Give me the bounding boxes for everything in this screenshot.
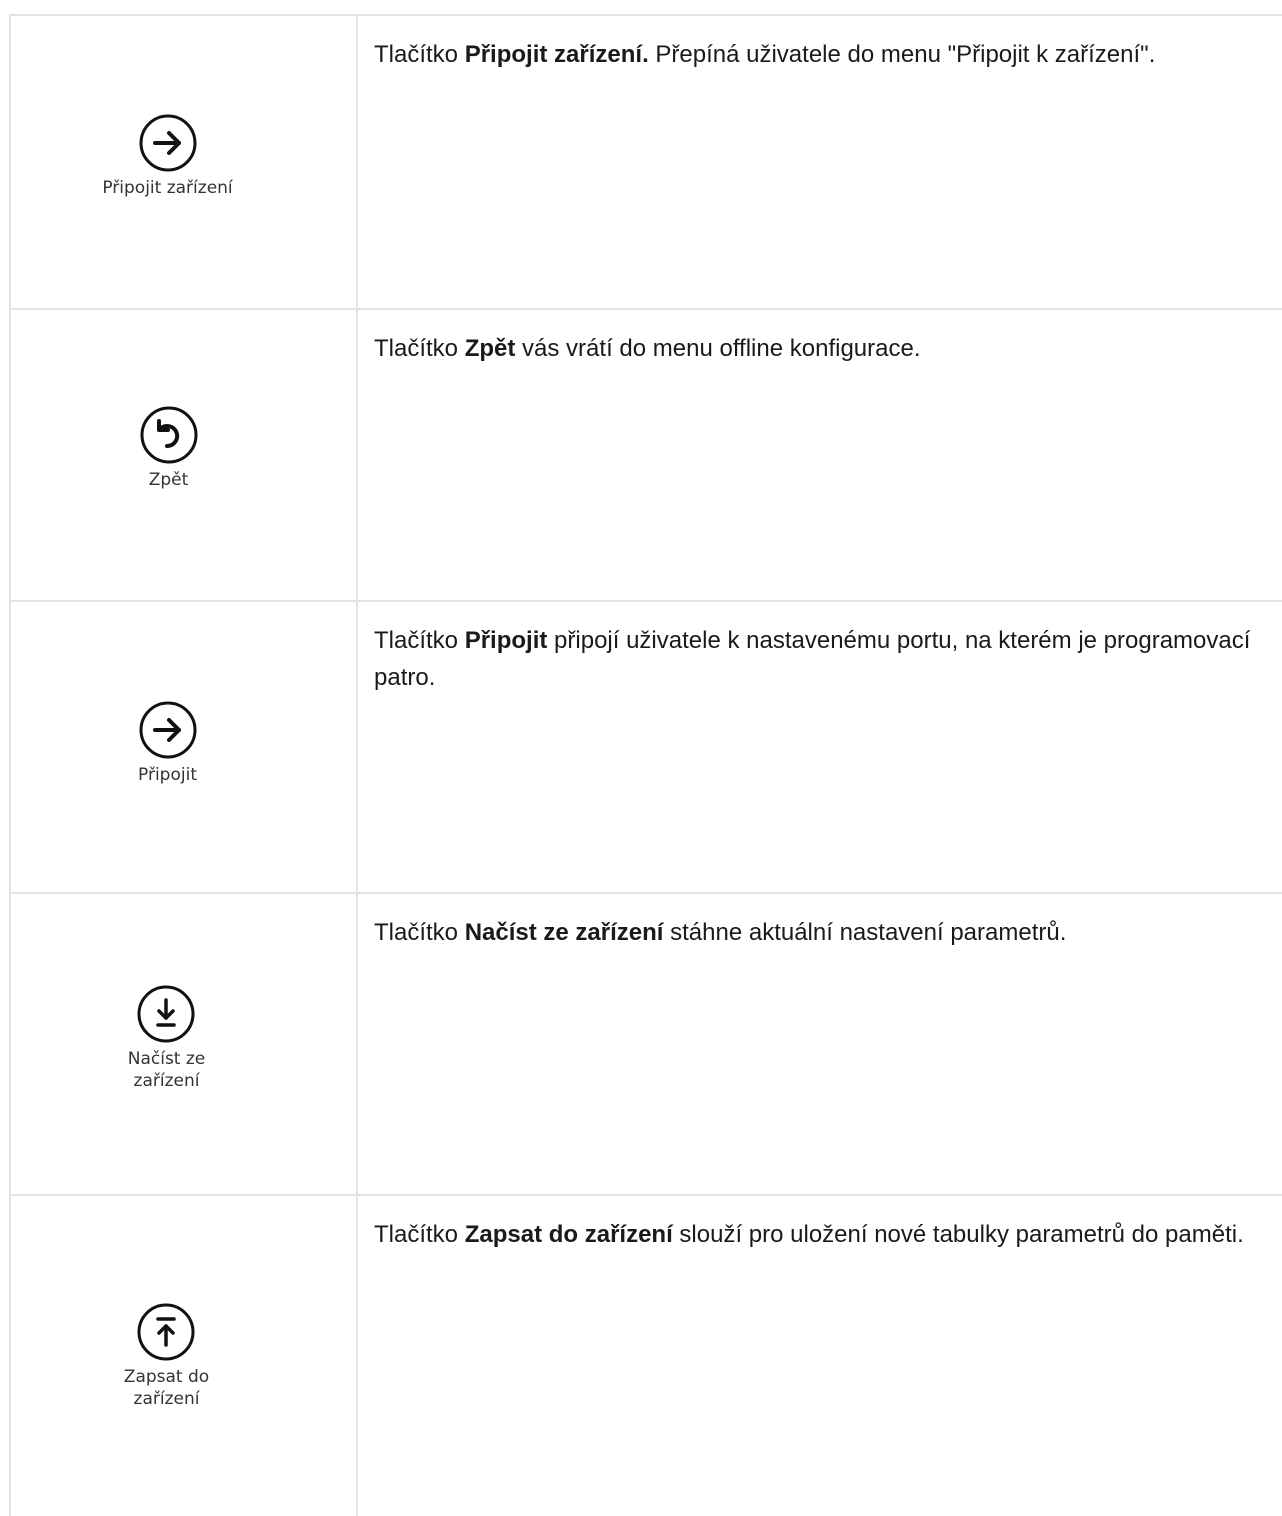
read-from-device-button[interactable]: Načíst ze zařízení [127,984,206,1092]
description-cell: Tlačítko Načíst ze zařízení stáhne aktuá… [358,894,1282,1194]
table-row: Připojit zařízení Tlačítko Připojit zaří… [11,16,1282,310]
button-label: Připojit [138,765,197,785]
description-prefix: Tlačítko [374,335,465,362]
table-row: Připojit Tlačítko Připojit připojí uživa… [11,602,1282,894]
back-button[interactable]: Zpět [139,405,199,491]
description-prefix: Tlačítko [374,1221,465,1248]
description-suffix: slouží pro uložení nové tabulky parametr… [672,1221,1244,1248]
description-text: Tlačítko Připojit připojí uživatele k na… [374,627,1250,691]
description-bold: Zpět [464,335,516,362]
table-row: Zpět Tlačítko Zpět vás vrátí do menu off… [11,310,1282,602]
description-cell: Tlačítko Připojit zařízení. Přepíná uživ… [358,16,1282,308]
description-bold: Připojit zařízení. [464,41,649,68]
icon-cell: Zpět [11,310,358,600]
arrow-right-circle-icon [139,114,196,172]
write-to-device-button[interactable]: Zapsat do zařízení [124,1302,209,1410]
connect-device-button[interactable]: Připojit zařízení [102,113,233,199]
description-bold: Načíst ze zařízení [464,919,664,946]
description-cell: Tlačítko Zapsat do zařízení slouží pro u… [358,1196,1282,1516]
description-suffix: vás vrátí do menu offline konfigurace. [515,335,921,362]
description-bold: Zapsat do zařízení [464,1221,673,1248]
undo-circle-icon [140,406,197,464]
table-row: Zapsat do zařízení Tlačítko Zapsat do za… [11,1196,1282,1516]
download-circle-icon [137,985,195,1043]
icon-cell: Zapsat do zařízení [11,1196,358,1516]
arrow-right-circle-icon [139,701,196,759]
button-label: Připojit zařízení [102,178,233,198]
description-prefix: Tlačítko [374,627,465,654]
description-cell: Tlačítko Připojit připojí uživatele k na… [358,602,1282,892]
button-description-table: Připojit zařízení Tlačítko Připojit zaří… [9,14,1282,1516]
button-label: Zapsat do zařízení [123,1367,210,1409]
icon-cell: Načíst ze zařízení [11,894,358,1194]
description-text: Tlačítko Zpět vás vrátí do menu offline … [374,335,921,362]
icon-cell: Připojit [11,602,358,892]
upload-circle-icon [137,1303,195,1361]
description-suffix: Přepíná uživatele do menu "Připojit k za… [648,41,1156,68]
description-prefix: Tlačítko [374,919,465,946]
description-text: Tlačítko Načíst ze zařízení stáhne aktuá… [374,919,1066,946]
description-suffix: stáhne aktuální nastavení parametrů. [663,919,1067,946]
icon-cell: Připojit zařízení [11,16,358,308]
description-cell: Tlačítko Zpět vás vrátí do menu offline … [358,310,1282,600]
table-row: Načíst ze zařízení Tlačítko Načíst ze za… [11,894,1282,1196]
connect-button[interactable]: Připojit [138,700,198,786]
button-label: Načíst ze zařízení [127,1049,206,1091]
description-text: Tlačítko Zapsat do zařízení slouží pro u… [374,1221,1244,1248]
description-prefix: Tlačítko [374,41,465,68]
description-bold: Připojit [464,627,548,654]
description-text: Tlačítko Připojit zařízení. Přepíná uživ… [374,41,1155,68]
button-label: Zpět [148,470,189,490]
